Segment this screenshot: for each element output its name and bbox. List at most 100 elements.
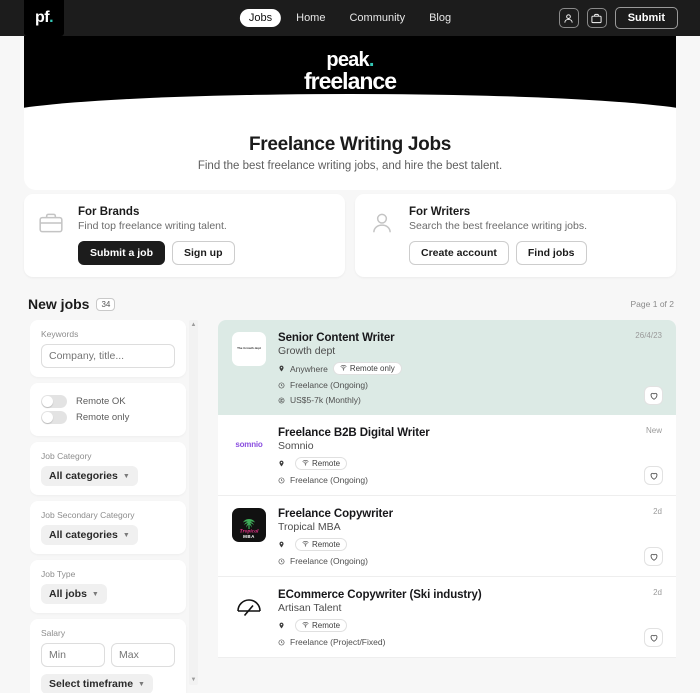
create-account-button[interactable]: Create account [409,241,509,265]
remote-tag: Remote only [332,362,402,375]
job-details: ECommerce Copywriter (Ski industry) Arti… [278,589,662,647]
job-company: Artisan Talent [278,602,342,614]
submit-button[interactable]: Submit [614,7,678,29]
heart-icon [650,634,657,642]
cta-desc: Search the best freelance writing jobs. [409,220,588,232]
save-job-button[interactable] [644,628,663,647]
toggle-remote-only-label: Remote only [76,412,130,423]
save-job-button[interactable] [644,547,663,566]
location-pin-icon [278,460,285,467]
chevron-down-icon: ▼ [122,531,130,539]
job-location-row: Remote [278,538,662,551]
artisan-talent-logo-icon [237,599,261,617]
pf-logo[interactable]: pf. [24,0,64,36]
briefcase-icon [38,206,64,265]
chevron-down-icon: ▼ [122,472,130,480]
job-title[interactable]: Freelance B2B Digital Writer [278,427,662,439]
filters-scrollbar[interactable]: ▲ ▼ [189,320,198,685]
job-category-select[interactable]: All categories ▼ [41,466,138,486]
toggle-remote-ok[interactable] [41,395,67,408]
toggle-remote-only[interactable] [41,411,67,424]
salary-max-input[interactable] [111,643,175,667]
remote-tag-label: Remote [312,621,341,630]
pagination-info: Page 1 of 2 [630,299,674,309]
nav-link-jobs[interactable]: Jobs [239,9,282,27]
job-details: Senior Content Writer Growth dept Anywhe… [278,332,662,405]
remote-tag-label: Remote [312,459,341,468]
cta-buttons: Create account Find jobs [409,241,587,265]
coin-icon [278,397,285,404]
filters-panel: Keywords Remote OK Remote only Job Categ… [30,320,198,693]
job-date: New [645,426,662,435]
nav-link-blog[interactable]: Blog [420,9,460,27]
job-category-value: All categories [49,470,118,482]
clock-icon [278,477,285,484]
filter-job-secondary-category: Job Secondary Category All categories ▼ [30,501,186,554]
user-icon [564,13,573,23]
job-type-select[interactable]: All jobs ▼ [41,584,107,604]
job-count-badge: 34 [96,297,116,311]
company-logo-text: MBA [243,533,255,539]
job-card[interactable]: Tropical MBA Freelance Copywriter Tropic… [218,496,676,577]
location-pin-icon [278,541,285,548]
chevron-down-icon: ▼ [138,680,145,688]
job-category-label: Job Category [41,451,92,461]
save-job-button[interactable] [644,386,663,405]
job-location-row: Remote [278,619,662,632]
cta-buttons: Submit a job Sign up [78,241,235,265]
cta-body-writers: For Writers Search the best freelance wr… [409,206,587,265]
job-company: Growth dept [278,345,336,357]
job-title[interactable]: Senior Content Writer [278,332,662,344]
toggle-remote-ok-label: Remote OK [76,396,126,407]
job-title[interactable]: ECommerce Copywriter (Ski industry) [278,589,662,601]
wifi-icon [302,621,309,630]
top-navbar: pf. Jobs Home Community Blog Submit [0,0,700,36]
location-pin-icon [278,622,285,629]
sign-up-button[interactable]: Sign up [172,241,235,265]
freelance-word: freelance [303,67,397,94]
nav-link-community[interactable]: Community [340,9,414,27]
company-logo [232,589,266,623]
job-secondary-label: Job Secondary Category [41,510,135,520]
clock-icon [278,639,285,646]
job-company: Somnio [278,440,314,452]
timeframe-select[interactable]: Select timeframe ▼ [41,674,153,693]
job-type-value: All jobs [49,588,87,600]
scroll-down-icon[interactable]: ▼ [191,677,197,683]
job-date: 2d [653,588,662,597]
filter-remote-toggles: Remote OK Remote only [30,383,186,436]
user-icon-button[interactable] [558,8,579,28]
job-secondary-select[interactable]: All categories ▼ [41,525,138,545]
briefcase-icon-button[interactable] [586,8,607,28]
toggle-remote-only-row[interactable]: Remote only [41,411,175,424]
job-salary-row: US$5-7k (Monthly) [278,395,662,405]
section-title: New jobs [28,296,90,312]
heart-icon [650,472,657,480]
job-card[interactable]: The Growth dept Senior Content Writer Gr… [218,320,676,415]
job-location-row: Remote [278,457,662,470]
scroll-up-icon[interactable]: ▲ [191,322,197,328]
job-date: 2d [653,507,662,516]
save-job-button[interactable] [644,466,663,485]
hero-banner: peak. freelance THE COMMUNITY FOR FREELA… [24,36,676,114]
page-title: Freelance Writing Jobs [248,134,452,155]
cta-card-writers: For Writers Search the best freelance wr… [355,194,676,277]
salary-min-input[interactable] [41,643,105,667]
job-contract-row: Freelance (Project/Fixed) [278,637,662,647]
job-card[interactable]: somnio Freelance B2B Digital Writer Somn… [218,415,676,496]
job-title[interactable]: Freelance Copywriter [278,508,662,520]
wifi-icon [340,364,347,373]
cta-card-brands: For Brands Find top freelance writing ta… [24,194,345,277]
find-jobs-button[interactable]: Find jobs [515,241,587,265]
job-card[interactable]: ECommerce Copywriter (Ski industry) Arti… [218,577,676,658]
nav-link-home[interactable]: Home [287,9,334,27]
search-input[interactable] [41,344,175,368]
wifi-icon [302,459,309,468]
job-contract: Freelance (Ongoing) [290,380,368,390]
toggle-remote-ok-row[interactable]: Remote OK [41,395,175,408]
chevron-down-icon: ▼ [91,590,99,598]
job-salary: US$5-7k (Monthly) [290,395,361,405]
peak-word: peak. [326,48,374,71]
submit-a-job-button[interactable]: Submit a job [78,241,165,265]
job-contract: Freelance (Project/Fixed) [290,637,386,647]
